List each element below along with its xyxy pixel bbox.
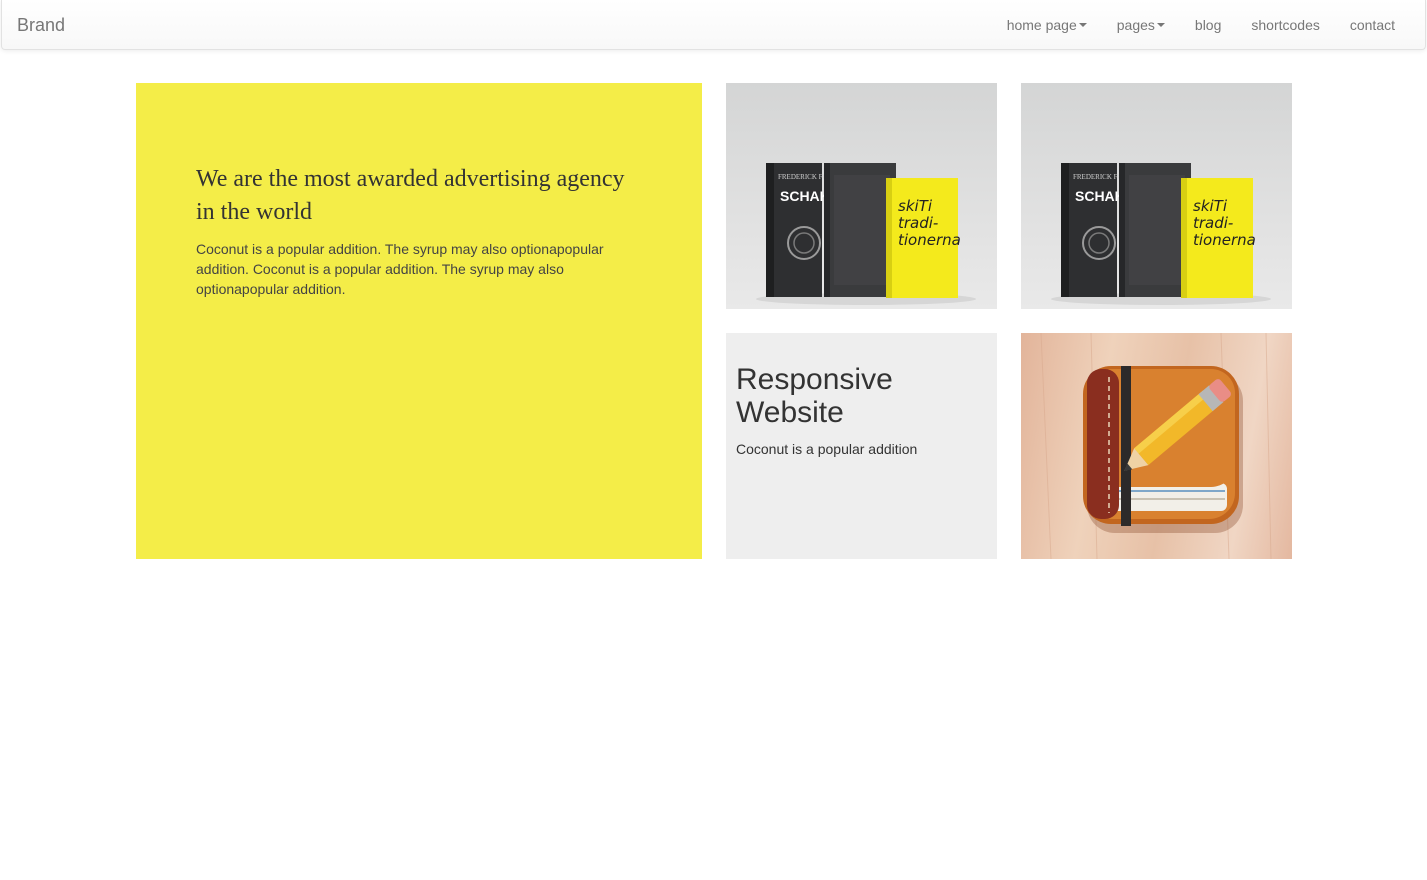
nav-item-home-page: home page: [992, 0, 1102, 50]
feature-text: Coconut is a popular addition. The syrup…: [196, 241, 604, 297]
caret-down-icon: [1078, 23, 1087, 28]
responsive-heading: Responsive Website: [736, 363, 893, 429]
feature-heading: We are the most awarded advertising agen…: [196, 166, 625, 225]
nav-menu: home page pages blog shortcodes contact: [992, 0, 1410, 50]
caret-down-icon: [1156, 23, 1165, 28]
nav-link-shortcodes[interactable]: shortcodes: [1236, 0, 1334, 50]
books-image[interactable]: FREDERICK FORSYTH SCHAKALEN skiTi tradi-…: [726, 83, 997, 309]
feature-block: We are the most awarded advertising agen…: [136, 83, 702, 559]
nav-item-shortcodes: shortcodes: [1236, 0, 1334, 50]
notebook-pencil-icon: [1040, 333, 1272, 559]
nav-label: home page: [1006, 17, 1077, 33]
nav-link-home-page[interactable]: home page: [992, 0, 1102, 50]
nav-link-contact[interactable]: contact: [1335, 0, 1410, 50]
nav-item-blog: blog: [1180, 0, 1236, 50]
responsive-card: Responsive Website Coconut is a popular …: [726, 333, 997, 559]
navbar: Brand home page pages blog shortcodes co…: [1, 0, 1426, 50]
nav-link-blog[interactable]: blog: [1180, 0, 1236, 50]
books-illustration: FREDERICK FORSYTH SCHAKALEN skiTi tradi-…: [1051, 163, 1271, 305]
nav-link-pages[interactable]: pages: [1102, 0, 1180, 50]
books-image[interactable]: FREDERICK FORSYTH SCHAKALEN skiTi tradi-…: [1021, 83, 1292, 309]
nav-label: pages: [1116, 17, 1155, 33]
notebook-image[interactable]: [1021, 333, 1292, 559]
nav-item-pages: pages: [1102, 0, 1180, 50]
books-illustration: FREDERICK FORSYTH SCHAKALEN skiTi tradi-…: [756, 163, 976, 305]
responsive-text: Coconut is a popular addition: [736, 441, 918, 457]
nav-item-contact: contact: [1335, 0, 1410, 50]
brand-link[interactable]: Brand: [17, 14, 65, 36]
